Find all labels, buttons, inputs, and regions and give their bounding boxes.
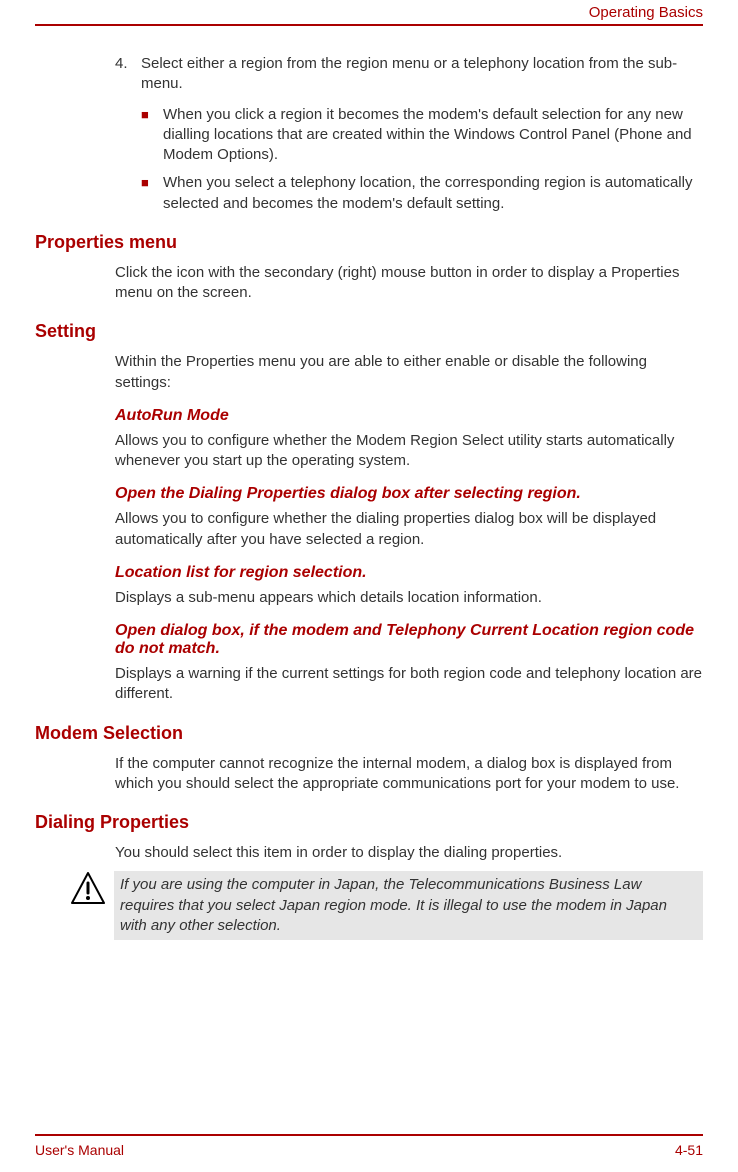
content-area: 4. Select either a region from the regio… — [35, 54, 703, 940]
heading-modem-selection: Modem Selection — [35, 723, 703, 744]
body-dialing-properties: You should select this item in order to … — [115, 843, 703, 863]
heading-dialing-properties: Dialing Properties — [35, 812, 703, 833]
heading-location-list: Location list for region selection. — [115, 564, 703, 582]
heading-open-dialing: Open the Dialing Properties dialog box a… — [115, 485, 703, 503]
footer-left: User's Manual — [35, 1142, 124, 1158]
step-4: 4. Select either a region from the regio… — [115, 54, 703, 95]
body-location-list: Displays a sub-menu appears which detail… — [115, 588, 703, 608]
heading-autorun: AutoRun Mode — [115, 407, 703, 425]
footer-right: 4-51 — [675, 1142, 703, 1158]
header-rule — [35, 24, 703, 26]
footer-rule — [35, 1134, 703, 1136]
header-title: Operating Basics — [589, 4, 703, 21]
body-open-dialing: Allows you to configure whether the dial… — [115, 509, 703, 550]
caution-text: If you are using the computer in Japan, … — [114, 871, 703, 940]
heading-open-dialog: Open dialog box, if the modem and Teleph… — [115, 622, 703, 658]
heading-setting: Setting — [35, 321, 703, 342]
bullet-text: When you select a telephony location, th… — [163, 173, 703, 214]
caution-icon — [70, 871, 106, 907]
heading-properties-menu: Properties menu — [35, 232, 703, 253]
caution-note: If you are using the computer in Japan, … — [70, 871, 703, 940]
bullet-item: ■ When you click a region it becomes the… — [141, 105, 703, 166]
bullet-text: When you click a region it becomes the m… — [163, 105, 703, 166]
body-properties-menu: Click the icon with the secondary (right… — [115, 263, 703, 304]
body-autorun: Allows you to configure whether the Mode… — [115, 431, 703, 472]
square-bullet-icon: ■ — [141, 105, 163, 166]
step-text: Select either a region from the region m… — [141, 54, 703, 95]
square-bullet-icon: ■ — [141, 173, 163, 214]
body-setting: Within the Properties menu you are able … — [115, 352, 703, 393]
body-modem-selection: If the computer cannot recognize the int… — [115, 754, 703, 795]
body-open-dialog: Displays a warning if the current settin… — [115, 664, 703, 705]
bullet-item: ■ When you select a telephony location, … — [141, 173, 703, 214]
step-number: 4. — [115, 54, 141, 95]
